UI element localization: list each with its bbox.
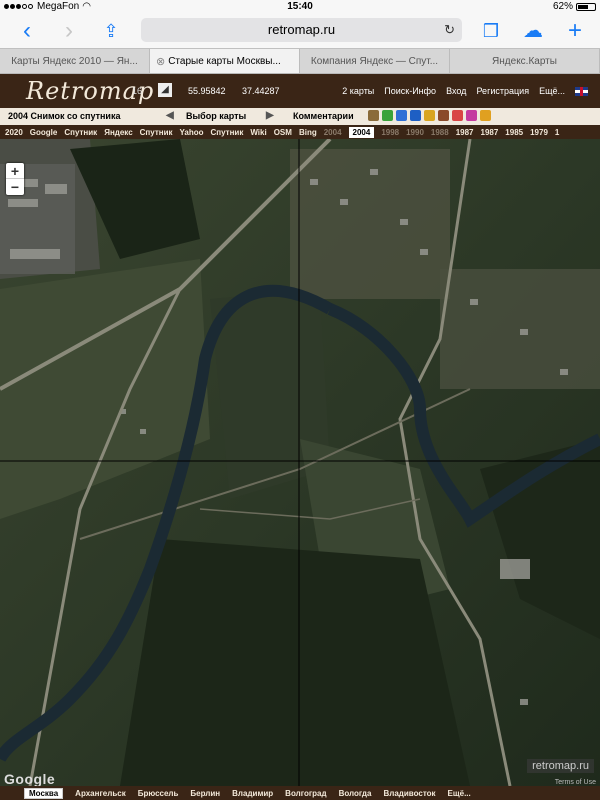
map-source-6[interactable]: Спутник	[211, 128, 244, 137]
header-menu: 2 карты Поиск-Инфо Вход Регистрация Ещё.…	[342, 86, 588, 96]
tab-yandex-maps[interactable]: Яндекс.Карты	[450, 49, 600, 73]
layer-toggle-icon[interactable]	[396, 110, 407, 121]
english-flag-icon[interactable]	[575, 87, 588, 96]
retromap-watermark: retromap.ru	[527, 759, 594, 773]
forward-button[interactable]: ›	[56, 18, 82, 44]
city-item-5[interactable]: Волгоград	[285, 789, 326, 798]
reload-icon[interactable]: ↻	[444, 18, 455, 42]
map-source-0[interactable]: 2020	[5, 128, 23, 137]
city-item-8[interactable]: Ещё...	[448, 789, 471, 798]
map-source-9[interactable]: Bing	[299, 128, 317, 137]
map-source-1[interactable]: Google	[30, 128, 58, 137]
layer-toggle-icon[interactable]	[424, 110, 435, 121]
close-tab-icon[interactable]: ⊗	[156, 49, 165, 73]
layer-toggle-icon[interactable]	[438, 110, 449, 121]
map-source-4[interactable]: Спутник	[140, 128, 173, 137]
map-source-2[interactable]: Спутник	[64, 128, 97, 137]
zoom-out-button[interactable]: −	[6, 179, 24, 195]
layer-toggle-icon[interactable]	[452, 110, 463, 121]
map-source-10[interactable]: 2004	[324, 128, 342, 137]
city-item-2[interactable]: Брюссель	[138, 789, 179, 798]
battery-icon	[576, 2, 596, 11]
comments-button[interactable]: Комментарии	[293, 111, 354, 121]
clock: 15:40	[287, 1, 313, 12]
menu-two-maps[interactable]: 2 карты	[342, 86, 374, 96]
city-item-4[interactable]: Владимир	[232, 789, 273, 798]
city-bar: Москва Архангельск Брюссель Берлин Владимир В…	[0, 786, 600, 800]
zoom-level: 16	[132, 86, 143, 96]
share-icon[interactable]: ⇪	[98, 18, 124, 44]
city-item-7[interactable]: Владивосток	[383, 789, 435, 798]
terms-link[interactable]: Terms of Use	[555, 779, 596, 786]
map-source-8[interactable]: OSM	[274, 128, 292, 137]
prev-map-icon[interactable]: ◀	[166, 110, 174, 121]
map-source-19[interactable]: 1	[555, 128, 559, 137]
layer-toggle-icon[interactable]	[466, 110, 477, 121]
map-source-3[interactable]: Яндекс	[104, 128, 132, 137]
snapshot-title: 2004 Снимок со спутника	[8, 111, 121, 121]
satellite-map[interactable]: + − Google retromap.ru Terms of Use	[0, 139, 600, 786]
battery-percent: 62%	[552, 1, 573, 12]
tab-label: Компания Яндекс — Спут...	[310, 56, 439, 67]
map-source-18[interactable]: 1979	[530, 128, 548, 137]
layer-toggle-icon[interactable]	[382, 110, 393, 121]
map-source-16[interactable]: 1987	[481, 128, 499, 137]
map-source-14[interactable]: 1988	[431, 128, 449, 137]
status-bar: MegaFon ◠ 15:40 62%	[0, 0, 600, 14]
city-item-6[interactable]: Вологда	[339, 789, 372, 798]
new-tab-button[interactable]: +	[562, 18, 588, 44]
map-source-5[interactable]: Yahoo	[179, 128, 203, 137]
tab-strip: Карты Яндекс 2010 — Ян... ⊗ Старые карты …	[0, 48, 600, 74]
zoom-in-button[interactable]: +	[6, 163, 24, 179]
tab-label: Старые карты Москвы...	[168, 56, 281, 67]
tab-label: Карты Яндекс 2010 — Ян...	[11, 56, 138, 67]
tab-retromap[interactable]: ⊗ Старые карты Москвы...	[150, 49, 300, 73]
google-logo: Google	[4, 771, 56, 786]
layer-toggle-icon[interactable]	[368, 110, 379, 121]
menu-login[interactable]: Вход	[446, 86, 466, 96]
map-source-13[interactable]: 1990	[406, 128, 424, 137]
locate-icon[interactable]: ◢	[158, 83, 172, 97]
tab-yandex-2010[interactable]: Карты Яндекс 2010 — Ян...	[0, 49, 150, 73]
map-source-7[interactable]: Wiki	[250, 128, 266, 137]
map-source-17[interactable]: 1985	[505, 128, 523, 137]
address-bar[interactable]: retromap.ru ↻	[141, 18, 462, 42]
back-button[interactable]: ‹	[14, 18, 40, 44]
layer-toggle-icon[interactable]	[410, 110, 421, 121]
map-source-bar: 2020 Google Спутник Яндекс Спутник Yahoo Спутн…	[0, 125, 600, 139]
map-source-12[interactable]: 1998	[381, 128, 399, 137]
map-zoom-control: + −	[6, 163, 24, 195]
satellite-imagery	[0, 139, 600, 786]
tab-label: Яндекс.Карты	[492, 56, 557, 67]
layer-icons	[368, 110, 491, 121]
menu-search-info[interactable]: Поиск-Инфо	[384, 86, 436, 96]
city-item-3[interactable]: Берлин	[190, 789, 220, 798]
url-text: retromap.ru	[267, 22, 336, 37]
map-source-11[interactable]: 2004	[348, 126, 375, 138]
map-info-bar: 2004 Снимок со спутника ◀ Выбор карты ▶ …	[0, 108, 600, 125]
browser-toolbar: ‹ › ⇪ retromap.ru ↻ ❒ ☁ +	[0, 14, 600, 48]
longitude: 37.44287	[242, 86, 280, 96]
latitude: 55.95842	[188, 86, 226, 96]
icloud-tabs-icon[interactable]: ☁	[520, 18, 546, 44]
next-map-icon[interactable]: ▶	[266, 110, 274, 121]
layer-toggle-icon[interactable]	[480, 110, 491, 121]
site-header: Retromap 16 ◢ 55.95842 37.44287 2 карты …	[0, 74, 600, 108]
menu-register[interactable]: Регистрация	[476, 86, 529, 96]
city-item-0[interactable]: Москва	[24, 787, 64, 799]
tab-yandex-company[interactable]: Компания Яндекс — Спут...	[300, 49, 450, 73]
menu-more[interactable]: Ещё...	[539, 86, 565, 96]
city-item-1[interactable]: Архангельск	[75, 789, 126, 798]
select-map-button[interactable]: Выбор карты	[186, 111, 246, 121]
map-source-15[interactable]: 1987	[456, 128, 474, 137]
bookmarks-icon[interactable]: ❒	[478, 18, 504, 44]
